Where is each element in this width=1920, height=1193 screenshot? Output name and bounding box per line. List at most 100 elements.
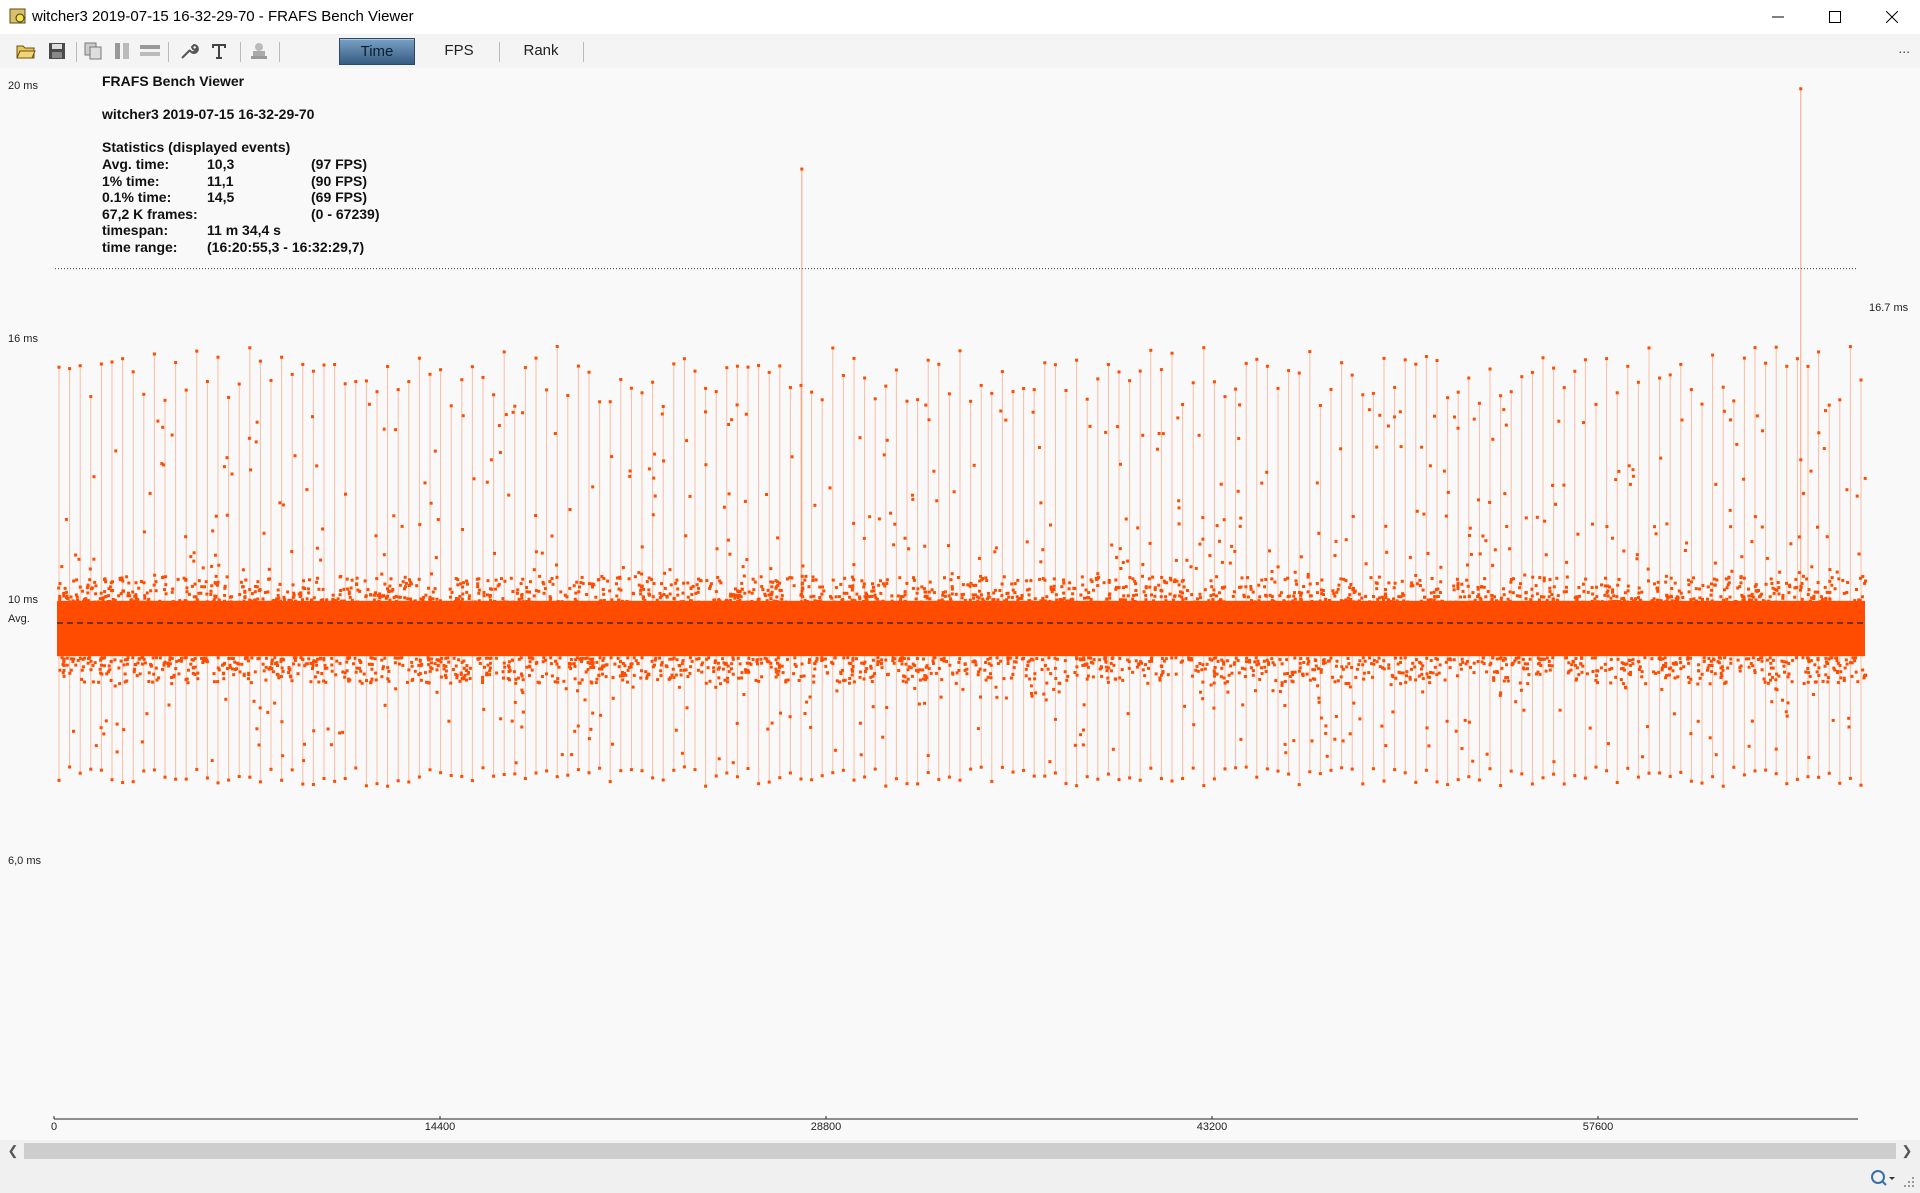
data-point [520, 596, 524, 600]
settings-button[interactable] [177, 39, 201, 63]
data-point [1605, 769, 1609, 773]
scroll-right-icon[interactable]: ❯ [1897, 1141, 1917, 1161]
data-point [222, 662, 226, 666]
data-point [1861, 575, 1865, 578]
data-point [143, 596, 147, 600]
data-point [1753, 769, 1757, 773]
data-point [725, 366, 729, 370]
data-point [1521, 657, 1525, 661]
data-point [1064, 782, 1068, 786]
copy-button[interactable] [81, 39, 105, 63]
data-point [281, 503, 285, 507]
data-point [872, 589, 876, 593]
data-point [1824, 409, 1827, 413]
data-point [1432, 590, 1436, 594]
data-point [1209, 594, 1213, 598]
data-point [730, 594, 734, 598]
data-point [275, 661, 279, 665]
scrollbar-thumb[interactable] [24, 1143, 1896, 1159]
minimize-button[interactable] [1750, 0, 1806, 34]
data-point [307, 591, 311, 595]
data-point [1530, 594, 1534, 598]
data-point [1216, 659, 1220, 663]
data-point [1763, 680, 1767, 684]
data-point [142, 392, 146, 396]
data-point [1769, 678, 1772, 682]
data-point [507, 493, 511, 497]
data-point [1283, 578, 1287, 582]
data-point [719, 682, 722, 686]
data-point [520, 593, 524, 597]
data-point [1201, 516, 1205, 520]
open-button[interactable] [14, 39, 38, 63]
data-point [1186, 589, 1189, 593]
data-point [1845, 662, 1849, 666]
data-point [746, 365, 750, 369]
data-point [661, 778, 665, 782]
data-point [1511, 662, 1514, 666]
toolbar-overflow-button[interactable]: ... [1898, 40, 1910, 56]
data-point [1183, 704, 1187, 708]
data-point [1053, 363, 1057, 367]
data-point [1355, 667, 1359, 671]
data-point [1614, 478, 1618, 482]
data-point [1833, 587, 1837, 591]
data-point [1395, 599, 1399, 603]
data-point [1043, 664, 1047, 667]
data-point [502, 350, 506, 354]
data-point [1650, 657, 1654, 661]
data-point [1740, 593, 1744, 597]
data-point [871, 585, 875, 589]
data-point [305, 662, 309, 666]
data-point [1260, 666, 1263, 670]
scroll-left-icon[interactable]: ❮ [3, 1141, 23, 1161]
data-point [1319, 588, 1323, 592]
data-point [1031, 658, 1035, 662]
data-point [1514, 700, 1518, 704]
tab-fps[interactable]: FPS [421, 38, 497, 63]
data-point [449, 774, 453, 777]
data-point [1408, 555, 1412, 559]
data-point [778, 581, 781, 585]
tab-rank[interactable]: Rank [503, 38, 579, 63]
data-point [573, 729, 577, 733]
data-point [881, 735, 885, 739]
data-point [1817, 350, 1821, 354]
resize-grip-icon[interactable] [1902, 1175, 1916, 1189]
data-point [1524, 591, 1528, 595]
data-point [1227, 673, 1231, 677]
data-point [113, 598, 117, 602]
data-point [1027, 593, 1031, 597]
data-point [1212, 669, 1216, 673]
data-point [158, 656, 162, 660]
data-point [1223, 681, 1227, 685]
save-button[interactable] [45, 39, 69, 63]
close-button[interactable] [1864, 0, 1920, 34]
data-point [869, 675, 873, 679]
data-point [1049, 587, 1053, 591]
data-point [1159, 664, 1163, 668]
stamp-button[interactable] [247, 39, 271, 63]
data-point [98, 667, 102, 671]
data-point [1352, 590, 1356, 594]
data-point [1253, 600, 1256, 604]
horizontal-scrollbar[interactable]: ❮ ❯ [0, 1140, 1920, 1162]
data-point [1041, 596, 1045, 600]
data-point [1710, 664, 1714, 667]
data-point [604, 675, 608, 679]
data-point [1700, 672, 1704, 676]
horizontal-split-button[interactable] [138, 39, 162, 63]
data-point [611, 742, 614, 746]
data-point [1712, 577, 1716, 581]
data-point [1709, 593, 1713, 597]
maximize-button[interactable] [1807, 0, 1863, 34]
zoom-icon[interactable] [1870, 1169, 1896, 1187]
data-point [520, 725, 524, 729]
data-point [1011, 588, 1015, 592]
data-point [383, 582, 387, 586]
vertical-split-button[interactable] [110, 39, 134, 63]
data-point [253, 590, 257, 594]
text-button[interactable] [207, 39, 231, 63]
tab-time[interactable]: Time [339, 38, 415, 65]
data-point [514, 677, 518, 681]
